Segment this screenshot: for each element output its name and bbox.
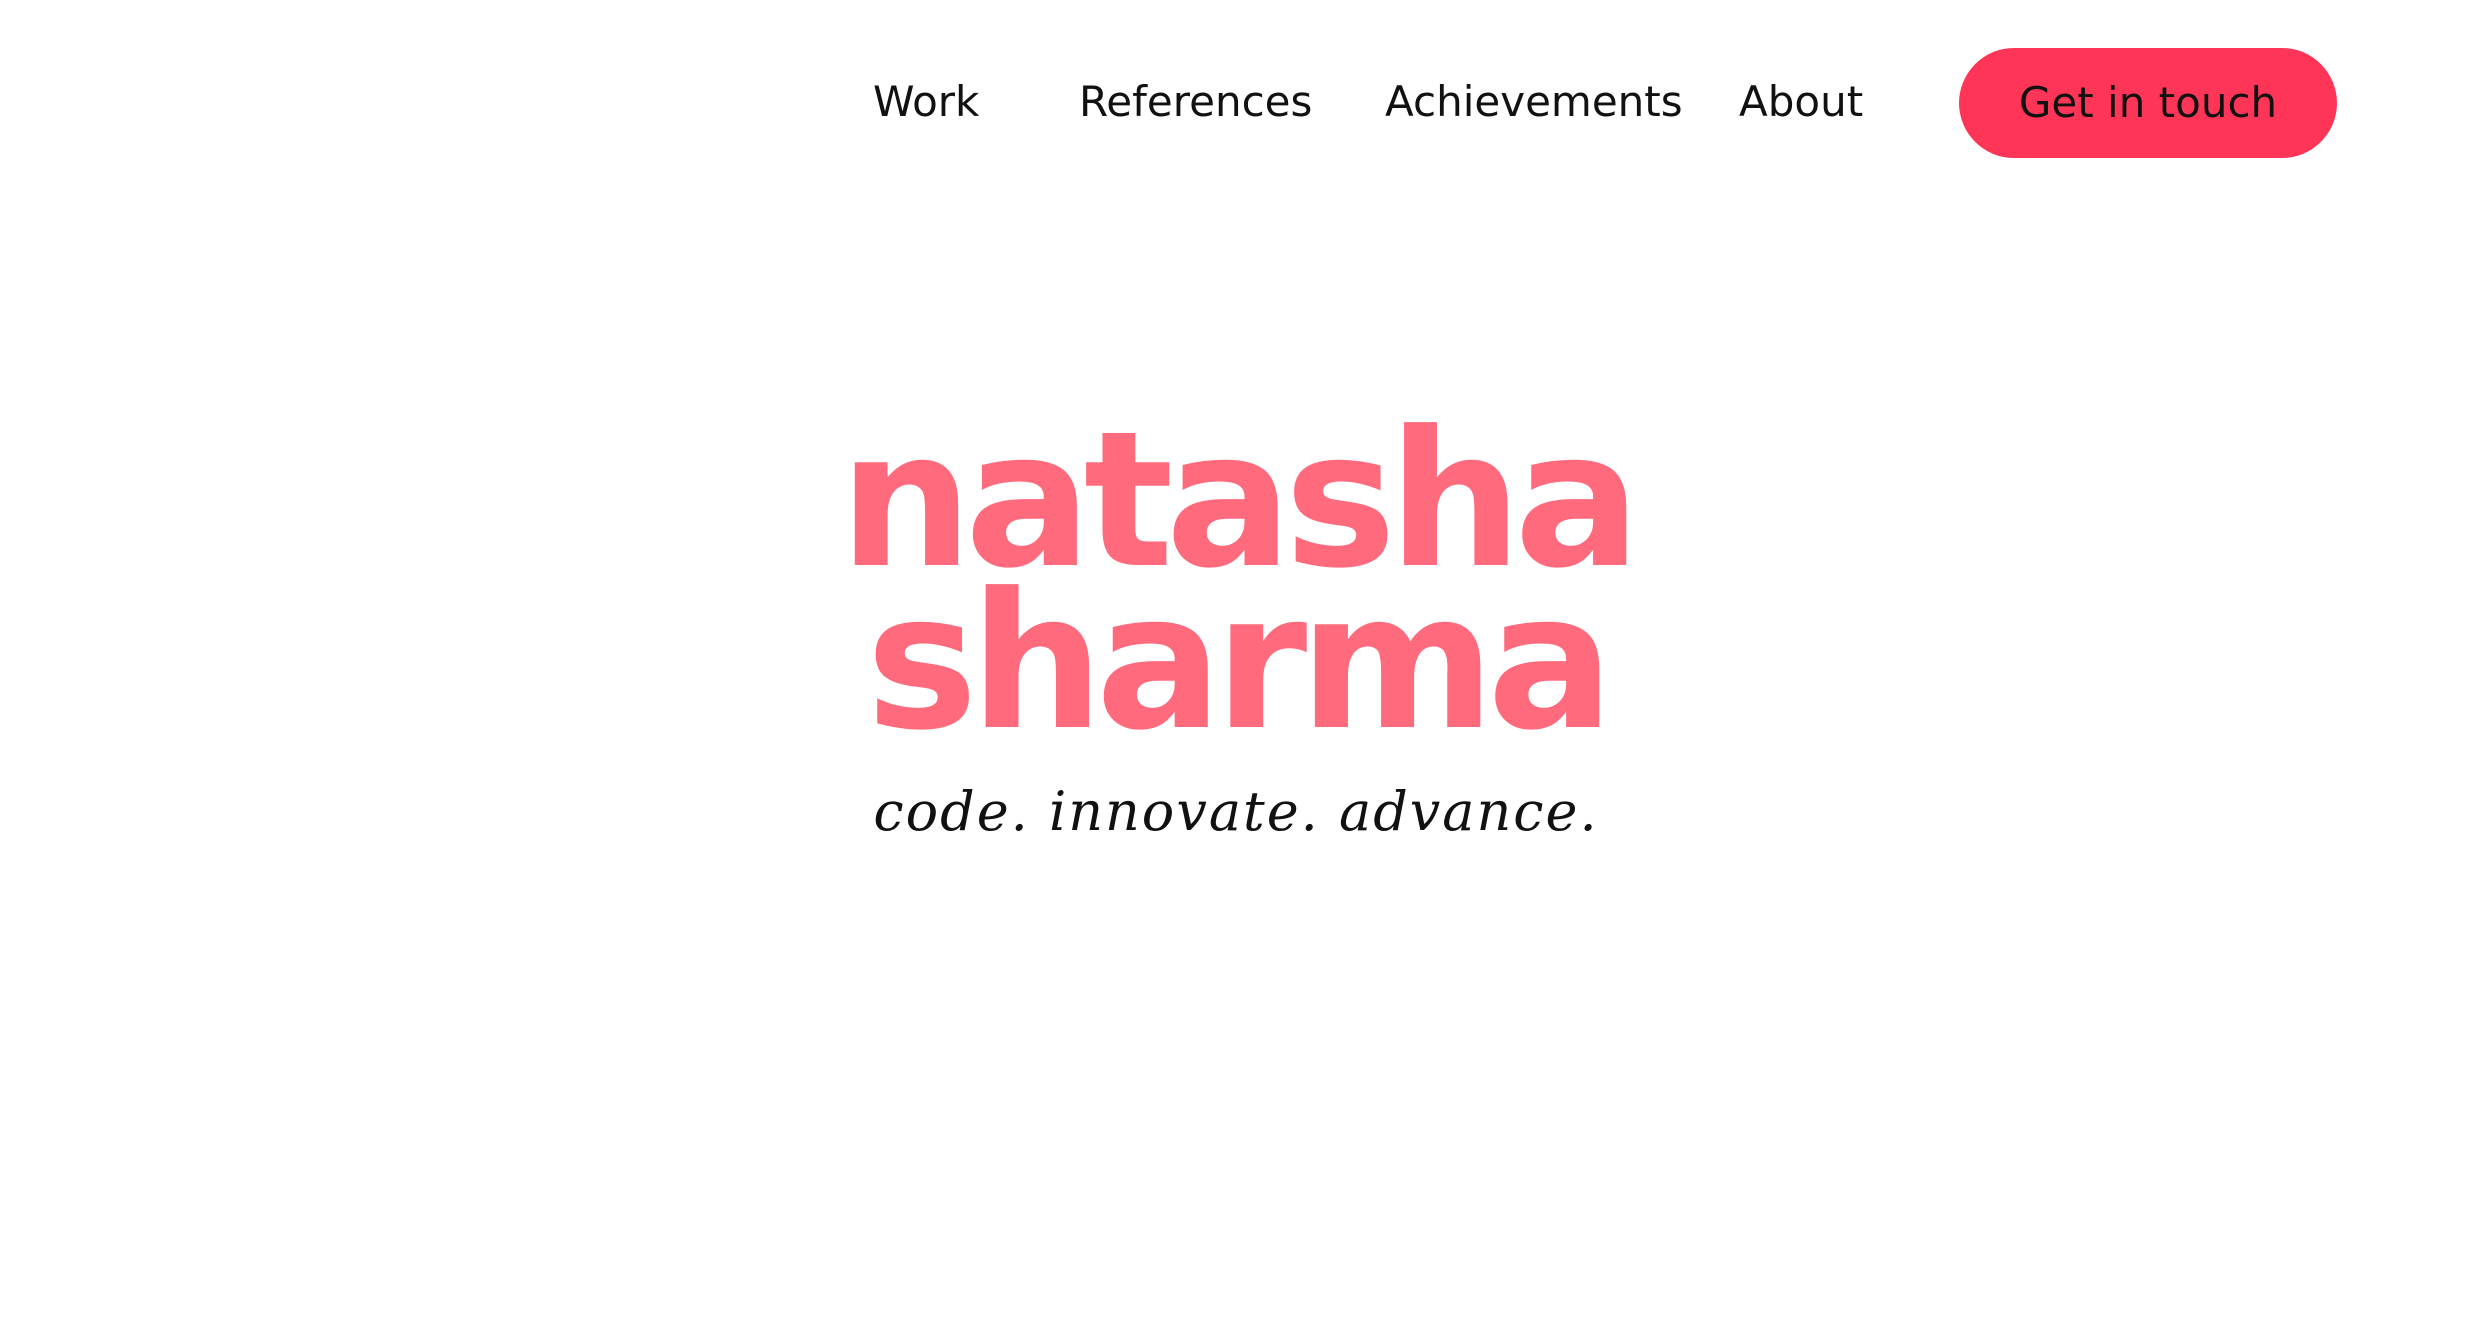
hero-tagline: code. innovate. advance. bbox=[873, 780, 1599, 843]
hero-section: natasha sharma code. innovate. advance. bbox=[0, 407, 2472, 848]
nav-link-achievements[interactable]: Achievements bbox=[1385, 72, 1683, 132]
get-in-touch-button[interactable]: Get in touch bbox=[1959, 48, 2337, 158]
nav-link-work[interactable]: Work bbox=[873, 72, 979, 132]
hero-last-name: sharma bbox=[865, 553, 1614, 772]
nav-link-references[interactable]: References bbox=[1079, 72, 1312, 132]
top-navigation: Work References Achievements About Get i… bbox=[0, 0, 2472, 200]
nav-link-about[interactable]: About bbox=[1739, 72, 1863, 132]
hero-name: natasha sharma bbox=[0, 407, 2472, 772]
